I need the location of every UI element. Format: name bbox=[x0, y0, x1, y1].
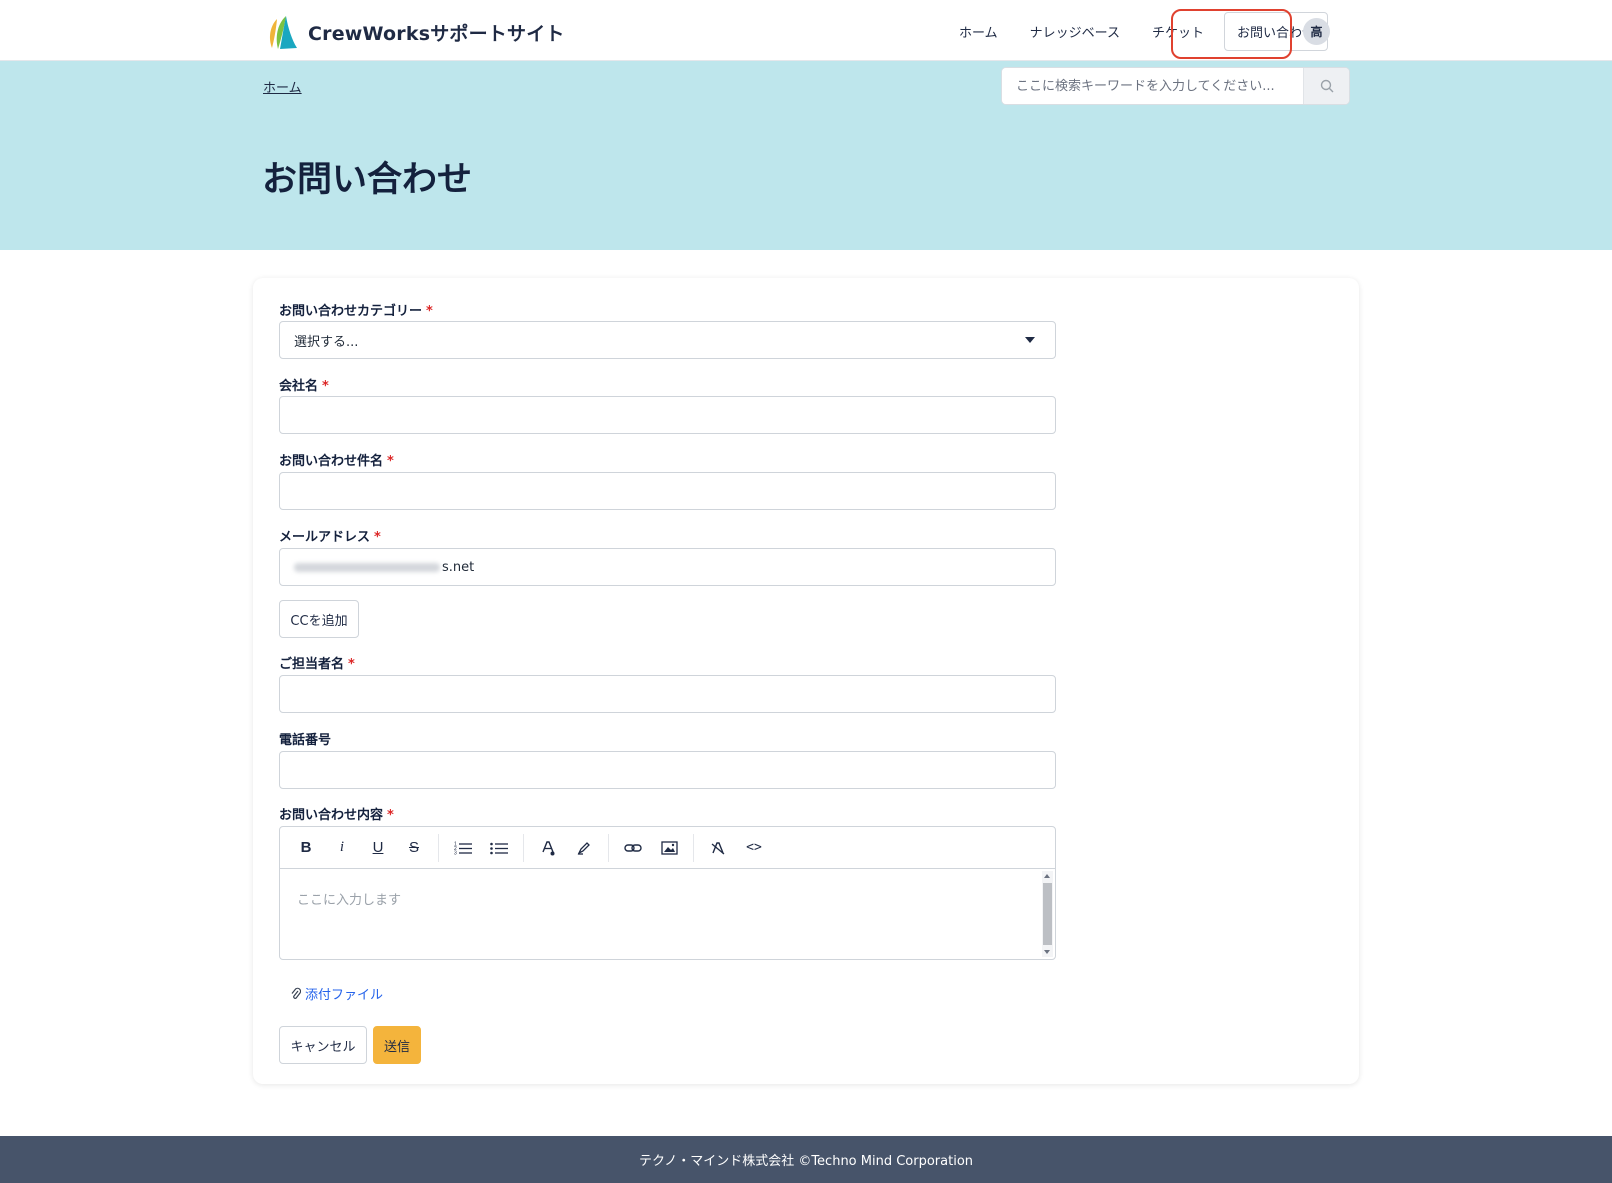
scroll-down-icon[interactable] bbox=[1044, 950, 1050, 954]
footer-copyright: テクノ・マインド株式会社 ©Techno Mind Corporation bbox=[638, 1154, 974, 1169]
search-icon bbox=[1320, 79, 1333, 93]
subject-label-text: お問い合わせ件名 bbox=[279, 454, 384, 469]
toolbar-divider bbox=[608, 833, 609, 862]
add-cc-button[interactable]: CCを追加 bbox=[279, 600, 359, 638]
clear-format-icon[interactable] bbox=[700, 833, 736, 863]
nav-home[interactable]: ホーム bbox=[943, 12, 1014, 51]
attachment-label: 添付ファイル bbox=[305, 988, 384, 1003]
content-placeholder: ここに入力します bbox=[297, 893, 402, 908]
editor-toolbar: B i U S 1 2 3 <> bbox=[280, 827, 1055, 869]
company-label-text: 会社名 bbox=[279, 379, 319, 394]
crewworks-logo-icon bbox=[269, 16, 297, 49]
link-icon[interactable] bbox=[615, 833, 651, 863]
toolbar-divider bbox=[693, 833, 694, 862]
content-textarea[interactable]: ここに入力します bbox=[280, 869, 1055, 959]
rich-text-editor: B i U S 1 2 3 <> ここに入力します bbox=[279, 826, 1056, 960]
phone-label: 電話番号 bbox=[279, 733, 332, 748]
company-label: 会社名 * bbox=[279, 375, 329, 394]
submit-button[interactable]: 送信 bbox=[373, 1026, 421, 1064]
contact-name-input[interactable] bbox=[279, 675, 1056, 713]
required-mark: * bbox=[387, 808, 394, 823]
ordered-list-icon[interactable]: 1 2 3 bbox=[445, 833, 481, 863]
code-view-icon[interactable]: <> bbox=[736, 833, 772, 863]
scroll-up-icon[interactable] bbox=[1044, 874, 1050, 878]
cancel-button[interactable]: キャンセル bbox=[279, 1026, 367, 1064]
required-mark: * bbox=[322, 379, 329, 394]
image-icon[interactable] bbox=[651, 833, 687, 863]
required-mark: * bbox=[374, 530, 381, 545]
content-label-text: お問い合わせ内容 bbox=[279, 808, 384, 823]
highlight-icon[interactable] bbox=[566, 833, 602, 863]
email-value-suffix: s.net bbox=[442, 559, 475, 575]
toolbar-divider bbox=[438, 833, 439, 862]
subject-label: お問い合わせ件名 * bbox=[279, 450, 394, 469]
editor-scrollbar[interactable] bbox=[1042, 871, 1053, 957]
search-button[interactable] bbox=[1303, 68, 1349, 104]
bold-icon[interactable]: B bbox=[288, 833, 324, 863]
email-label-text: メールアドレス bbox=[279, 530, 371, 545]
page-title: お問い合わせ bbox=[262, 160, 473, 200]
subject-input[interactable] bbox=[279, 472, 1056, 510]
active-nav-highlight bbox=[1171, 9, 1292, 59]
search-box bbox=[1001, 67, 1350, 105]
email-label: メールアドレス * bbox=[279, 526, 381, 545]
content-label: お問い合わせ内容 * bbox=[279, 804, 394, 823]
attachment-link[interactable]: 添付ファイル bbox=[291, 984, 383, 1003]
contact-name-label-text: ご担当者名 bbox=[279, 657, 345, 672]
text-color-icon[interactable] bbox=[530, 833, 566, 863]
redacted-email-prefix bbox=[294, 562, 440, 572]
scroll-thumb[interactable] bbox=[1043, 883, 1052, 945]
svg-text:3: 3 bbox=[454, 850, 457, 855]
paperclip-icon bbox=[291, 987, 301, 999]
hero-banner: ホーム お問い合わせ bbox=[0, 61, 1612, 250]
category-label-text: お問い合わせカテゴリー bbox=[279, 304, 423, 319]
required-mark: * bbox=[348, 657, 355, 672]
bullet-list-icon[interactable] bbox=[481, 833, 517, 863]
user-avatar[interactable]: 高 bbox=[1303, 18, 1330, 45]
toolbar-divider bbox=[523, 833, 524, 862]
strikethrough-icon[interactable]: S bbox=[396, 833, 432, 863]
italic-icon[interactable]: i bbox=[324, 833, 360, 863]
caret-down-icon bbox=[1025, 337, 1035, 343]
nav-knowledge-base[interactable]: ナレッジベース bbox=[1014, 12, 1136, 51]
site-title: CrewWorksサポートサイト bbox=[308, 22, 565, 45]
phone-input[interactable] bbox=[279, 751, 1056, 789]
category-label: お問い合わせカテゴリー * bbox=[279, 300, 433, 319]
email-input[interactable]: s.net bbox=[279, 548, 1056, 586]
contact-name-label: ご担当者名 * bbox=[279, 653, 355, 672]
company-input[interactable] bbox=[279, 396, 1056, 434]
site-logo[interactable]: CrewWorksサポートサイト bbox=[264, 14, 565, 50]
required-mark: * bbox=[387, 454, 394, 469]
required-mark: * bbox=[426, 304, 433, 319]
category-select[interactable]: 選択する... bbox=[279, 321, 1056, 359]
contact-form-card: お問い合わせカテゴリー * 選択する... 会社名 * お問い合わせ件名 * メールア… bbox=[253, 278, 1359, 1084]
search-input[interactable] bbox=[1002, 68, 1303, 104]
site-footer: テクノ・マインド株式会社 ©Techno Mind Corporation bbox=[0, 1136, 1612, 1183]
breadcrumb-home[interactable]: ホーム bbox=[263, 77, 302, 96]
underline-icon[interactable]: U bbox=[360, 833, 396, 863]
category-select-value: 選択する... bbox=[294, 334, 359, 350]
top-header: CrewWorksサポートサイト ホーム ナレッジベース チケット お問い合わせ… bbox=[0, 0, 1612, 61]
